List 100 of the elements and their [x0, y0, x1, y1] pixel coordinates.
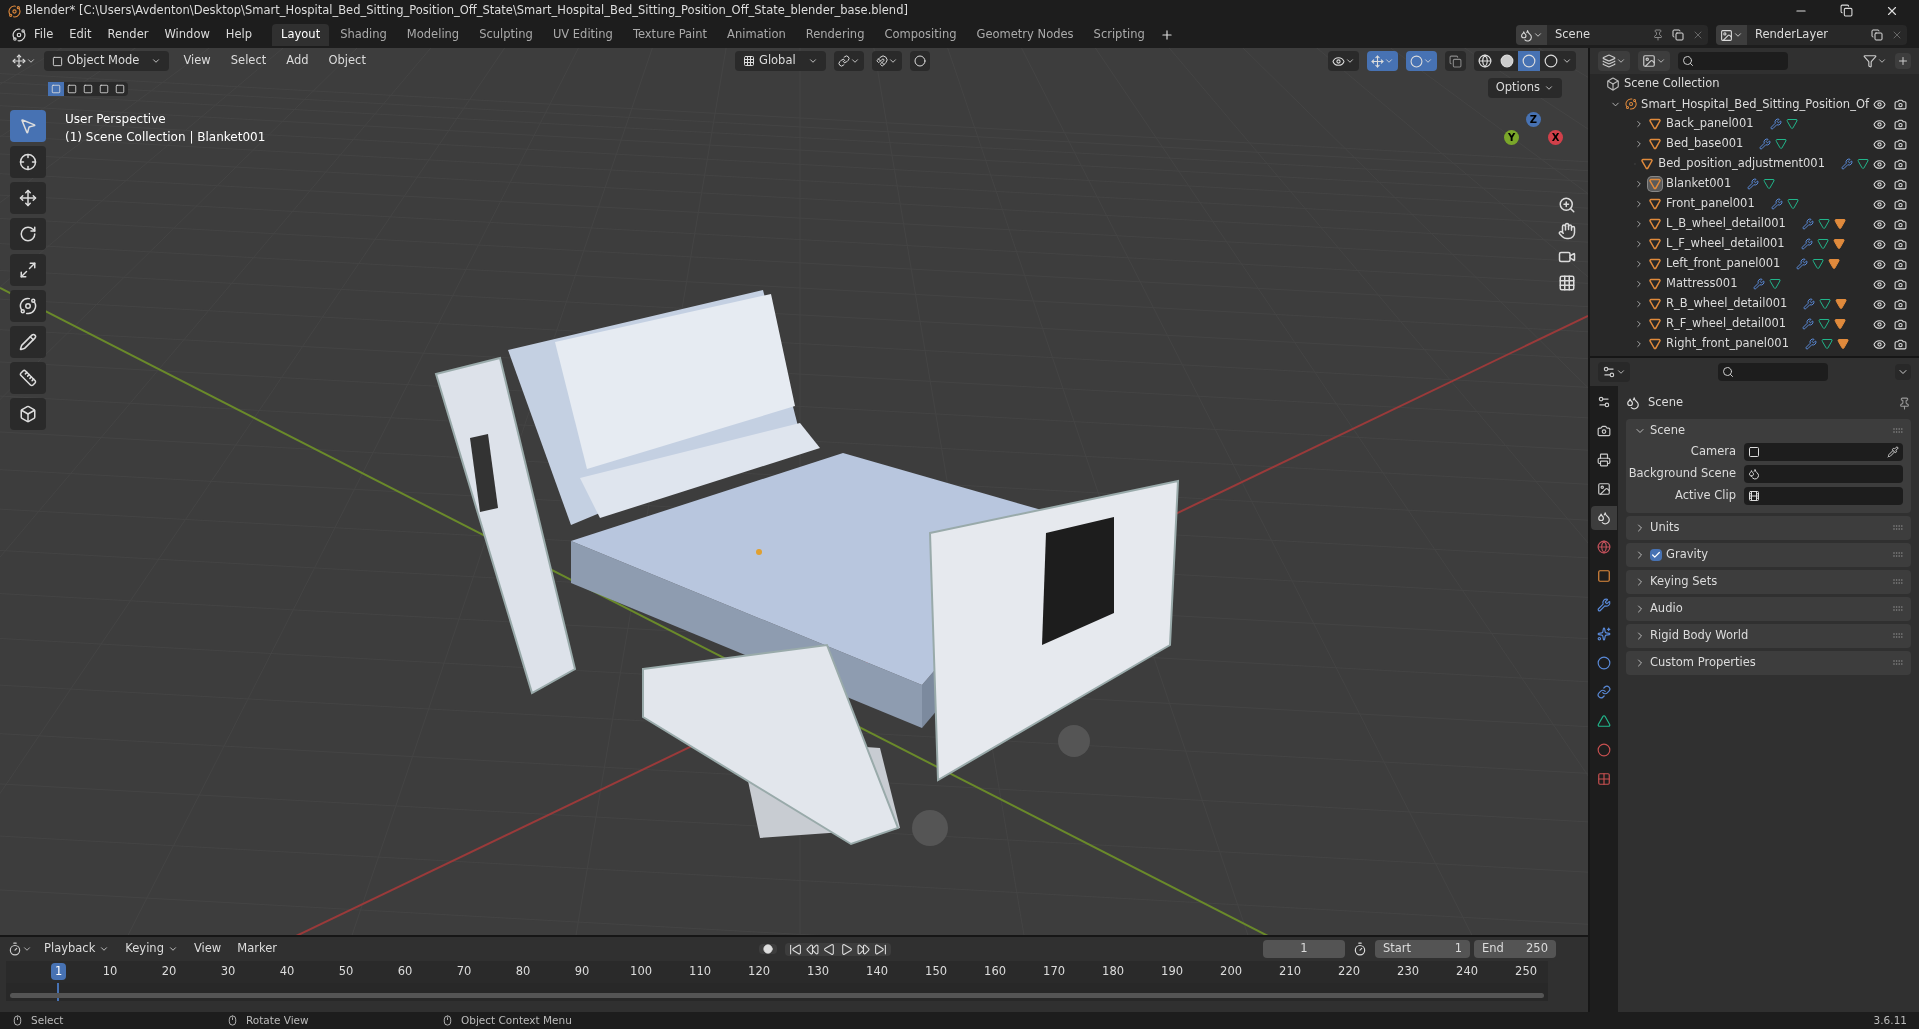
workspace-tab[interactable]: Layout	[272, 24, 330, 46]
pivot-button[interactable]	[833, 51, 864, 71]
visibility-eye-icon[interactable]	[1873, 137, 1886, 151]
end-frame-field[interactable]: End 250	[1474, 940, 1556, 958]
drag-handle-icon[interactable]	[1893, 552, 1903, 558]
workspace-tab[interactable]: Scripting	[1084, 24, 1154, 46]
snap-button[interactable]	[871, 51, 902, 71]
shading-dropdown-icon[interactable]	[1562, 56, 1572, 66]
editor-type-button[interactable]	[1598, 362, 1630, 382]
render-camera-icon[interactable]	[1894, 117, 1907, 131]
outliner-item[interactable]: L_F_wheel_detail001	[1666, 235, 1785, 253]
render-camera-icon[interactable]	[1894, 97, 1907, 111]
duplicate-icon[interactable]	[1672, 29, 1684, 41]
workspace-tab[interactable]: Texture Paint	[623, 24, 717, 46]
menu-item[interactable]: View	[177, 52, 217, 70]
menu-item[interactable]: Select	[224, 52, 273, 70]
visibility-eye-icon[interactable]	[1873, 197, 1886, 211]
outliner-item[interactable]: Blanket001	[1666, 175, 1732, 193]
drag-handle-icon[interactable]	[1893, 660, 1903, 666]
display-mode-button[interactable]	[1598, 51, 1630, 71]
menu-item[interactable]: Window	[156, 26, 218, 44]
drag-handle-icon[interactable]	[1893, 579, 1903, 585]
workspace-tab[interactable]: Compositing	[875, 24, 966, 46]
menu-item[interactable]: Help	[217, 26, 261, 44]
drag-handle-icon[interactable]	[1893, 428, 1903, 434]
stopwatch-icon[interactable]	[1353, 942, 1367, 956]
pin-icon[interactable]	[1898, 396, 1911, 410]
visibility-eye-icon[interactable]	[1873, 257, 1886, 271]
duplicate-icon[interactable]	[1871, 29, 1883, 41]
render-camera-icon[interactable]	[1894, 217, 1907, 231]
tool-button[interactable]	[10, 146, 46, 178]
visibility-eye-icon[interactable]	[1873, 277, 1886, 291]
drag-handle-icon[interactable]	[1893, 525, 1903, 531]
tool-button[interactable]	[10, 326, 46, 358]
outliner-item[interactable]: Front_panel001	[1666, 195, 1755, 213]
visibility-eye-icon[interactable]	[1873, 157, 1886, 171]
next-keyframe-button[interactable]	[857, 942, 870, 956]
outliner-item[interactable]: Right_front_panel001	[1666, 335, 1789, 353]
object-field[interactable]	[1744, 487, 1903, 505]
solid-shading-button[interactable]	[1500, 54, 1514, 68]
object-field[interactable]	[1744, 443, 1903, 461]
visibility-eye-icon[interactable]	[1873, 317, 1886, 331]
visibility-eye-icon[interactable]	[1873, 117, 1886, 131]
scrollbar[interactable]	[10, 993, 1544, 998]
workspace-tab[interactable]: Modeling	[397, 24, 469, 46]
search-field[interactable]	[1678, 52, 1788, 70]
add-workspace-icon[interactable]	[1159, 28, 1174, 42]
workspace-tab[interactable]: Rendering	[796, 24, 874, 46]
overlays-button[interactable]	[1406, 51, 1437, 71]
render-camera-icon[interactable]	[1894, 157, 1907, 171]
filter-mode-button[interactable]	[1638, 51, 1670, 71]
editor-type-button[interactable]	[8, 942, 32, 956]
workspace-tab[interactable]: Shading	[331, 24, 396, 46]
jump-start-button[interactable]	[789, 942, 802, 956]
play-reverse-button[interactable]	[823, 942, 836, 956]
tool-button[interactable]	[10, 218, 46, 250]
render-camera-icon[interactable]	[1894, 137, 1907, 151]
panel-header[interactable]: Units	[1650, 519, 1680, 537]
panel-header[interactable]: Scene	[1650, 422, 1686, 440]
close-icon[interactable]	[1891, 29, 1903, 41]
new-collection-button[interactable]	[1895, 53, 1911, 69]
eyedropper-icon[interactable]	[1887, 446, 1899, 458]
workspace-tab[interactable]: Geometry Nodes	[967, 24, 1083, 46]
outliner-item[interactable]: Back_panel001	[1666, 115, 1754, 133]
pin-icon[interactable]	[1652, 29, 1664, 41]
drag-handle-icon[interactable]	[1893, 633, 1903, 639]
tool-button[interactable]	[10, 362, 46, 394]
timeline-menu[interactable]: Playback	[40, 940, 114, 958]
panel-header[interactable]: Gravity	[1666, 546, 1708, 564]
render-camera-icon[interactable]	[1894, 257, 1907, 271]
current-frame-field[interactable]: 1	[1263, 940, 1345, 958]
render-camera-icon[interactable]	[1894, 317, 1907, 331]
menu-item[interactable]: Object	[322, 52, 372, 70]
outliner-item[interactable]: L_B_wheel_detail001	[1666, 215, 1786, 233]
visibility-eye-icon[interactable]	[1873, 337, 1886, 351]
panel-header[interactable]: Rigid Body World	[1650, 627, 1749, 645]
visibility-eye-icon[interactable]	[1873, 297, 1886, 311]
record-button[interactable]	[759, 944, 777, 954]
outliner-item[interactable]: R_F_wheel_detail001	[1666, 315, 1787, 333]
workspace-tab[interactable]: Sculpting	[470, 24, 542, 46]
orientation-dropdown[interactable]: Global	[734, 51, 826, 71]
proportional-edit-button[interactable]	[909, 51, 930, 71]
tool-button[interactable]	[10, 398, 46, 430]
object-field[interactable]	[1744, 465, 1903, 483]
wireframe-shading-button[interactable]	[1478, 54, 1492, 68]
panel-header[interactable]: Custom Properties	[1650, 654, 1756, 672]
outliner-item[interactable]: Mattress001	[1666, 275, 1738, 293]
visibility-eye-icon[interactable]	[1873, 97, 1886, 111]
menu-item[interactable]: Add	[280, 52, 315, 70]
gizmo-button[interactable]	[1367, 51, 1398, 71]
outliner-item[interactable]: Smart_Hospital_Bed_Sitting_Position_Of	[1641, 96, 1869, 112]
outliner-item[interactable]: Bed_base001	[1666, 135, 1744, 153]
filter-button[interactable]	[1863, 54, 1887, 68]
timeline-menu[interactable]: View	[189, 940, 226, 958]
previous-keyframe-button[interactable]	[806, 942, 819, 956]
dropdown-button[interactable]	[1895, 364, 1911, 380]
visibility-eye-icon[interactable]	[1873, 217, 1886, 231]
start-frame-field[interactable]: Start 1	[1375, 940, 1470, 958]
editor-type-button[interactable]	[12, 54, 36, 68]
mode-dropdown[interactable]: Object Mode	[44, 51, 170, 71]
